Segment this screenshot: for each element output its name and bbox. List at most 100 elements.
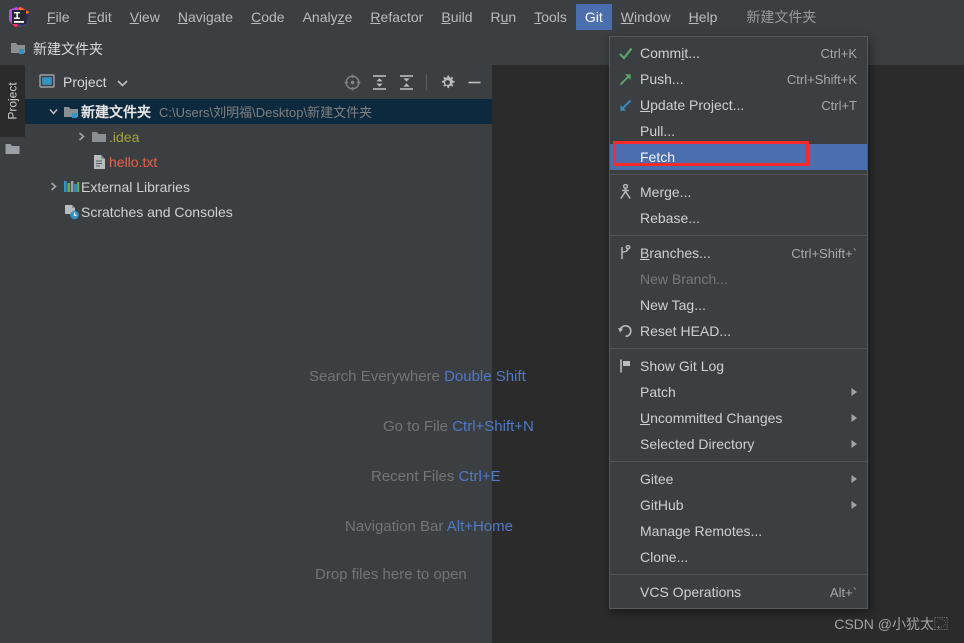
tree-node-external-libraries[interactable]: External Libraries bbox=[25, 174, 492, 199]
git-menu-item-label: Selected Directory bbox=[640, 436, 755, 452]
menu-view[interactable]: View bbox=[121, 4, 169, 30]
menu-build[interactable]: Build bbox=[432, 4, 481, 30]
menu-items-container: File Edit View Navigate Code Analyze Refactor B… bbox=[38, 3, 727, 30]
main-menu-bar: File Edit View Navigate Code Analyze Refactor B… bbox=[0, 0, 964, 34]
chevron-right-icon[interactable] bbox=[45, 181, 61, 192]
gear-icon[interactable] bbox=[435, 70, 459, 94]
git-menu-item-branches[interactable]: Branches... Ctrl+Shift+` bbox=[610, 240, 867, 266]
git-log-icon bbox=[610, 358, 640, 374]
editor-tip: Search Everywhere Double Shift bbox=[309, 368, 526, 385]
editor-tip-shortcut: Alt+Home bbox=[443, 518, 514, 535]
chevron-right-icon[interactable] bbox=[73, 131, 89, 142]
project-panel-header: Project bbox=[25, 65, 492, 100]
git-menu-item-uncommitted-changes[interactable]: Uncommitted Changes bbox=[610, 405, 867, 431]
libraries-icon bbox=[61, 179, 81, 194]
editor-tip-shortcut: Ctrl+Shift+N bbox=[448, 418, 534, 435]
git-menu-item-label: Fetch bbox=[640, 149, 676, 165]
menu-git[interactable]: Git bbox=[575, 3, 612, 30]
chevron-right-icon bbox=[850, 439, 861, 449]
checkmark-green-icon bbox=[610, 46, 640, 61]
git-menu-item-selected-directory[interactable]: Selected Directory bbox=[610, 431, 867, 457]
menu-window[interactable]: Window bbox=[612, 4, 680, 30]
git-menu-item-show-git-log[interactable]: Show Git Log bbox=[610, 353, 867, 379]
git-menu-item-label: Update Project... bbox=[640, 97, 745, 113]
project-tool-window: Project 新建文件夹 C:\Users\刘明福\Desktop\新建文件夹… bbox=[25, 65, 493, 643]
git-menu-item-label: Gitee bbox=[640, 471, 674, 487]
navbar-project-label[interactable]: 新建文件夹 bbox=[33, 39, 103, 59]
toolbar-separator bbox=[426, 74, 427, 90]
tree-node--[interactable]: 新建文件夹 C:\Users\刘明福\Desktop\新建文件夹 bbox=[25, 99, 492, 124]
git-menu-item-update-project[interactable]: Update Project... Ctrl+T bbox=[610, 92, 867, 118]
git-menu-item-new-tag[interactable]: New Tag... bbox=[610, 292, 867, 318]
git-menu-item-shortcut: Ctrl+Shift+K bbox=[786, 71, 857, 87]
menu-separator bbox=[610, 348, 867, 349]
folder-module-icon bbox=[10, 41, 26, 58]
git-menu-item-label: Patch bbox=[640, 384, 676, 400]
git-menu-item-label: Pull... bbox=[640, 123, 676, 139]
tree-node-label: hello.txt bbox=[109, 153, 158, 170]
editor-tip-text: Recent Files bbox=[371, 468, 455, 485]
menu-analyze[interactable]: Analyze bbox=[294, 4, 362, 30]
left-tool-window-strip: Project bbox=[0, 65, 26, 643]
tree-node-label: Scratches and Consoles bbox=[81, 203, 233, 220]
git-menu-item-reset-head[interactable]: Reset HEAD... bbox=[610, 318, 867, 344]
git-menu-item-label: Show Git Log bbox=[640, 358, 725, 374]
tree-node-hello.txt[interactable]: hello.txt bbox=[25, 149, 492, 174]
tool-window-button-project[interactable]: Project bbox=[0, 65, 25, 137]
chevron-down-icon[interactable] bbox=[45, 106, 61, 117]
menu-tools[interactable]: Tools bbox=[525, 4, 576, 30]
git-menu-item-push[interactable]: Push... Ctrl+Shift+K bbox=[610, 66, 867, 92]
tool-window-button-label: Project bbox=[5, 82, 20, 120]
editor-tip: Drop files here to open bbox=[315, 566, 467, 583]
git-menu-item-label: New Tag... bbox=[640, 297, 706, 313]
tree-node-.idea[interactable]: .idea bbox=[25, 124, 492, 149]
tree-node-label: 新建文件夹 bbox=[81, 103, 151, 120]
git-menu-item-vcs-operations[interactable]: VCS Operations Alt+` bbox=[610, 579, 867, 605]
git-menu-item-label: Commit... bbox=[640, 45, 700, 61]
crosshair-target-icon[interactable] bbox=[340, 70, 364, 94]
tree-node-label: .idea bbox=[109, 128, 140, 145]
git-menu-item-fetch[interactable]: Fetch bbox=[610, 144, 867, 170]
menu-separator bbox=[610, 235, 867, 236]
git-menu-item-label: Clone... bbox=[640, 549, 689, 565]
menu-code[interactable]: Code bbox=[242, 4, 293, 30]
git-menu-item-manage-remotes[interactable]: Manage Remotes... bbox=[610, 518, 867, 544]
project-panel-title[interactable]: Project bbox=[63, 74, 107, 90]
menu-file[interactable]: File bbox=[38, 4, 79, 30]
git-menu-item-new-branch: New Branch... bbox=[610, 266, 867, 292]
git-menu-item-gitee[interactable]: Gitee bbox=[610, 466, 867, 492]
chevron-down-icon[interactable] bbox=[117, 75, 128, 90]
folder-icon[interactable] bbox=[5, 143, 20, 155]
menu-edit[interactable]: Edit bbox=[79, 4, 121, 30]
push-arrow-green-icon bbox=[610, 72, 640, 87]
git-menu-item-github[interactable]: GitHub bbox=[610, 492, 867, 518]
git-menu-item-shortcut: Ctrl+T bbox=[821, 97, 857, 113]
git-menu-item-commit[interactable]: Commit... Ctrl+K bbox=[610, 40, 867, 66]
menu-separator bbox=[610, 574, 867, 575]
git-menu-item-label: New Branch... bbox=[640, 271, 728, 287]
minimize-icon[interactable] bbox=[462, 70, 486, 94]
tree-node-path: C:\Users\刘明福\Desktop\新建文件夹 bbox=[159, 105, 373, 120]
editor-tip: Recent Files Ctrl+E bbox=[371, 468, 501, 485]
editor-tip-text: Go to File bbox=[383, 418, 449, 435]
git-menu-item-merge[interactable]: Merge... bbox=[610, 179, 867, 205]
git-menu-item-patch[interactable]: Patch bbox=[610, 379, 867, 405]
merge-icon bbox=[610, 184, 640, 200]
expand-all-icon[interactable] bbox=[367, 70, 391, 94]
folder-module-icon bbox=[61, 105, 81, 119]
menu-help[interactable]: Help bbox=[680, 4, 727, 30]
git-menu-item-label: VCS Operations bbox=[640, 584, 742, 600]
editor-tip-text: Search Everywhere bbox=[309, 368, 440, 385]
git-menu-item-pull[interactable]: Pull... bbox=[610, 118, 867, 144]
menu-navigate[interactable]: Navigate bbox=[169, 4, 242, 30]
git-menu-item-rebase[interactable]: Rebase... bbox=[610, 205, 867, 231]
tree-node-scratches-and-consoles[interactable]: Scratches and Consoles bbox=[25, 199, 492, 224]
editor-tip: Go to File Ctrl+Shift+N bbox=[383, 418, 534, 435]
menu-run[interactable]: Run bbox=[482, 4, 526, 30]
menu-refactor[interactable]: Refactor bbox=[361, 4, 432, 30]
branch-icon bbox=[610, 245, 640, 261]
git-menu-item-clone[interactable]: Clone... bbox=[610, 544, 867, 570]
collapse-all-icon[interactable] bbox=[394, 70, 418, 94]
editor-tip-text: Navigation Bar bbox=[345, 518, 444, 535]
git-menu-item-shortcut: Alt+` bbox=[829, 584, 857, 600]
